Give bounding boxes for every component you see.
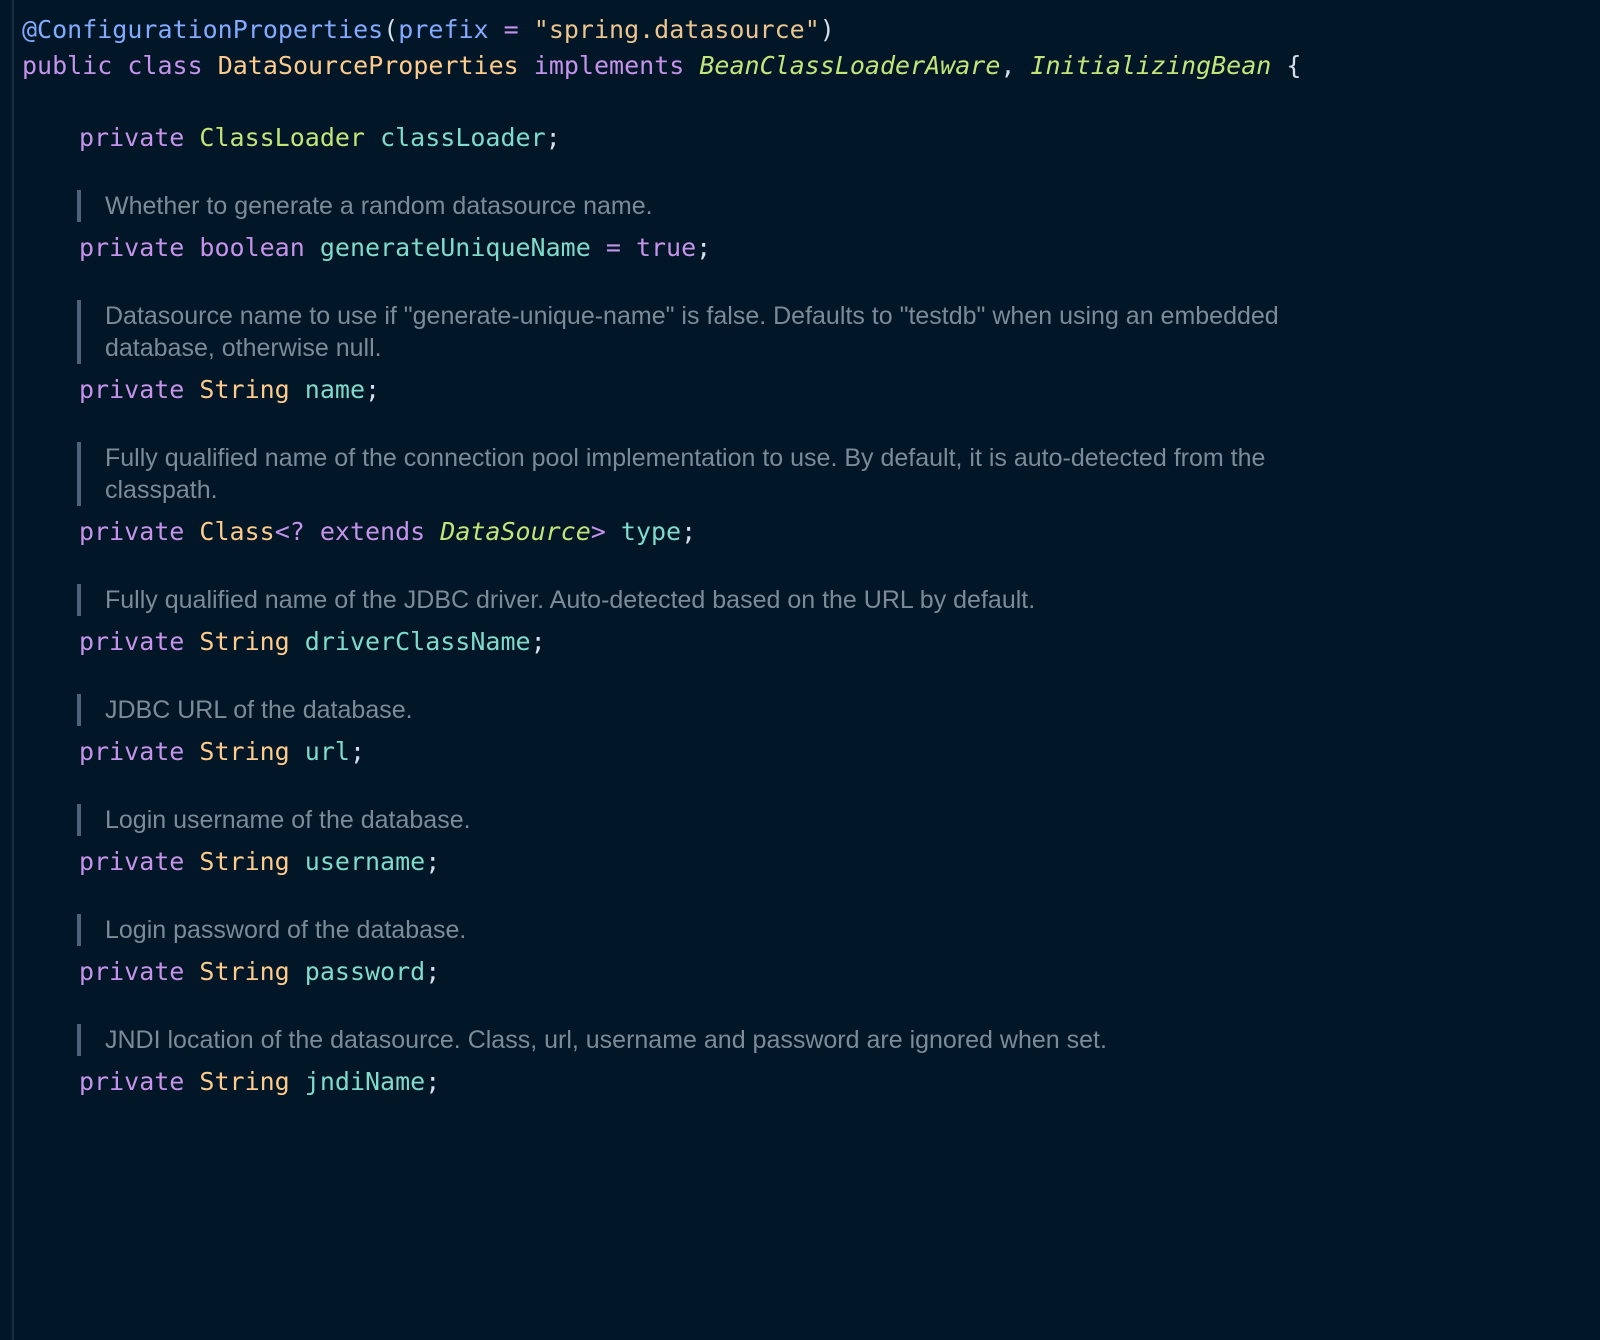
field-declaration: private String url; <box>79 737 366 766</box>
annotation-param: prefix <box>398 15 489 44</box>
class-name: DataSourceProperties <box>217 51 519 80</box>
field-type: String <box>199 1067 290 1096</box>
interface-name: BeanClassLoaderAware <box>699 51 1001 80</box>
field-name: type <box>620 517 682 546</box>
field-type: Class <box>199 517 275 546</box>
field-doc-comment: Fully qualified name of the connection p… <box>77 442 1335 506</box>
field-declaration: private ClassLoader classLoader; <box>79 123 561 152</box>
field-type: String <box>199 627 290 656</box>
field-doc-comment: JNDI location of the datasource. Class, … <box>77 1024 1335 1056</box>
field-doc-comment: Login password of the database. <box>77 914 1335 946</box>
field-type: String <box>199 847 290 876</box>
field-name: jndiName <box>304 1067 426 1096</box>
field-type: String <box>199 737 290 766</box>
field-declaration: private String password; <box>79 957 441 986</box>
field-doc-comment: JDBC URL of the database. <box>77 694 1335 726</box>
field-name: classLoader <box>380 123 546 152</box>
field-name: generateUniqueName <box>319 233 591 262</box>
field-modifier: private <box>79 233 185 262</box>
field-modifier: private <box>79 957 185 986</box>
field-modifier: private <box>79 847 185 876</box>
field-declaration: private Class<? extends DataSource> type… <box>79 517 697 546</box>
code-editor[interactable]: @ConfigurationProperties(prefix = "sprin… <box>0 0 1600 1340</box>
generic-bound: DataSource <box>440 517 591 546</box>
field-modifier: private <box>79 737 185 766</box>
field-doc-comment: Whether to generate a random datasource … <box>77 190 1335 222</box>
field-declaration: private String driverClassName; <box>79 627 546 656</box>
field-initializer: true <box>635 233 697 262</box>
field-type: String <box>199 957 290 986</box>
class-modifiers: public class <box>22 51 203 80</box>
field-type: boolean <box>199 233 305 262</box>
code-body: @ConfigurationProperties(prefix = "sprin… <box>22 12 1580 1100</box>
field-doc-comment: Login username of the database. <box>77 804 1335 836</box>
field-doc-comment: Fully qualified name of the JDBC driver.… <box>77 584 1335 616</box>
field-name: url <box>304 737 350 766</box>
field-name: username <box>304 847 426 876</box>
field-type: String <box>199 375 290 404</box>
field-type: ClassLoader <box>199 123 365 152</box>
annotation-line: @ConfigurationProperties(prefix = "sprin… <box>22 15 835 44</box>
field-modifier: private <box>79 123 185 152</box>
field-declaration: private boolean generateUniqueName = tru… <box>79 233 712 262</box>
field-modifier: private <box>79 517 185 546</box>
field-declaration: private String username; <box>79 847 441 876</box>
field-modifier: private <box>79 1067 185 1096</box>
field-declaration: private String name; <box>79 375 381 404</box>
field-modifier: private <box>79 627 185 656</box>
class-declaration: public class DataSourceProperties implem… <box>22 51 1302 80</box>
generic-extends: extends <box>319 517 426 546</box>
field-doc-comment: Datasource name to use if "generate-uniq… <box>77 300 1335 364</box>
annotation-name: @ConfigurationProperties <box>22 15 384 44</box>
field-name: driverClassName <box>304 627 531 656</box>
interface-name: InitializingBean <box>1030 51 1272 80</box>
field-name: name <box>304 375 366 404</box>
annotation-value: "spring.datasource" <box>533 15 820 44</box>
indent-guide <box>12 0 14 1340</box>
implements-keyword: implements <box>533 51 685 80</box>
field-modifier: private <box>79 375 185 404</box>
field-declaration: private String jndiName; <box>79 1067 441 1096</box>
field-name: password <box>304 957 426 986</box>
